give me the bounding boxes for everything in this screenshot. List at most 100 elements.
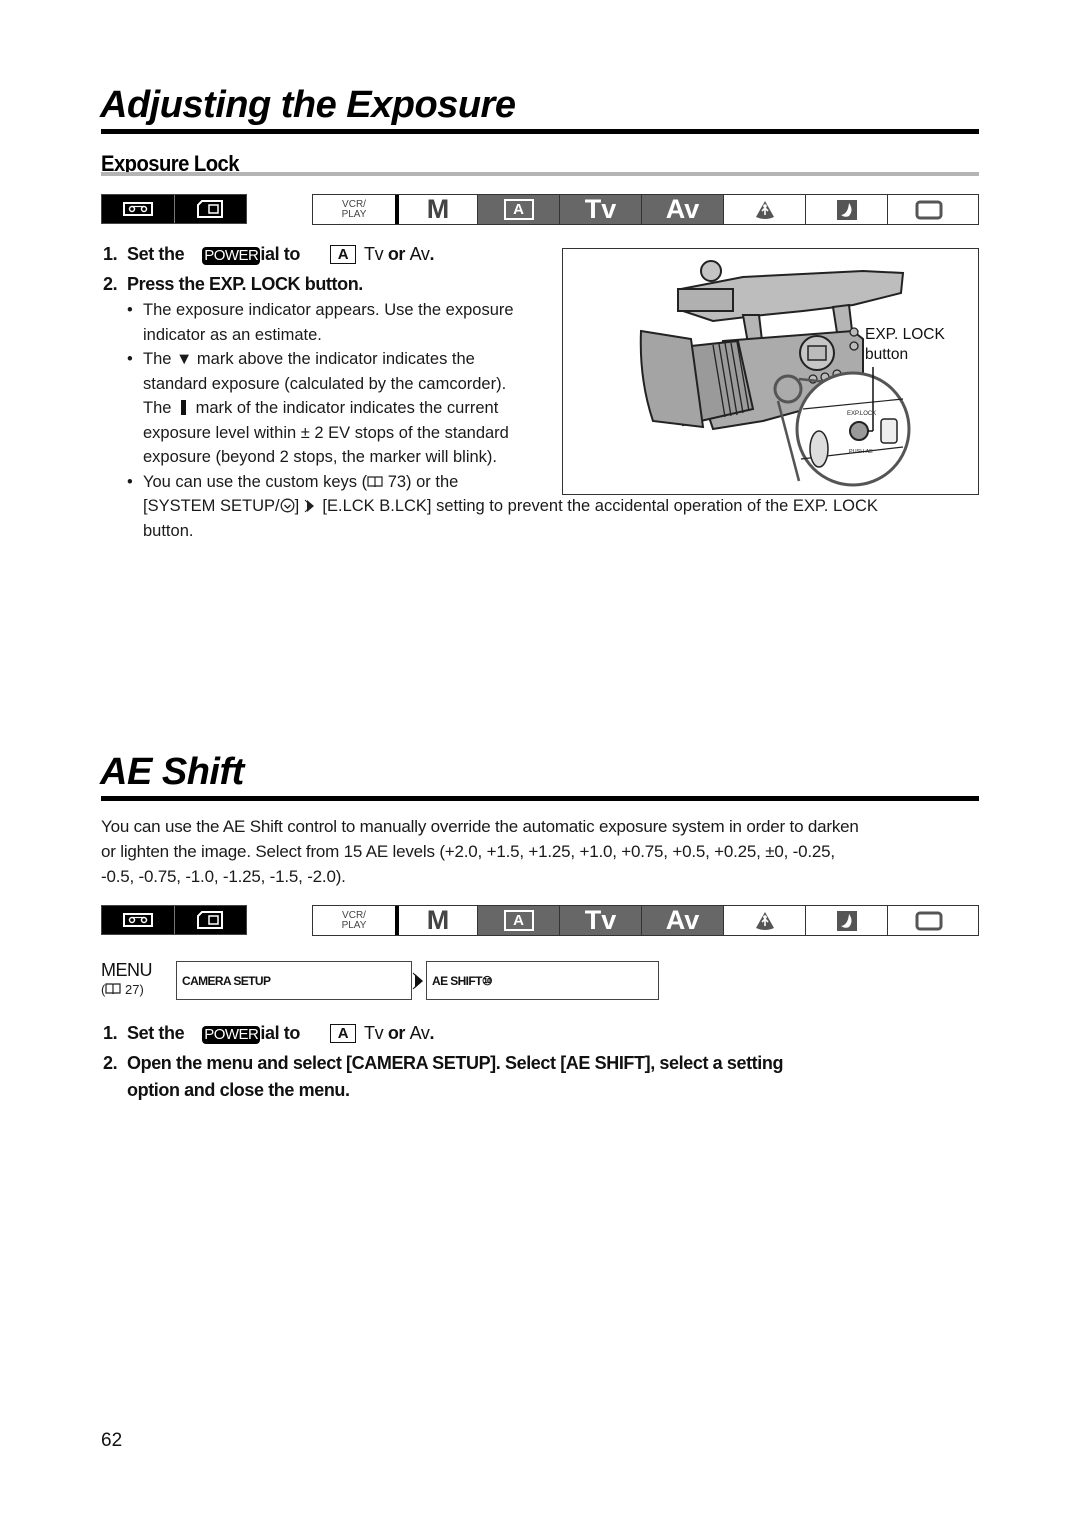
arrow-right-icon xyxy=(412,972,426,995)
media-mode-bar xyxy=(101,194,247,224)
text: [SYSTEM SETUP/ xyxy=(143,497,280,515)
night-icon xyxy=(805,195,887,224)
or-text: or xyxy=(387,1023,406,1043)
step-text: Open the menu and select [CAMERA SETUP].… xyxy=(127,1053,784,1073)
menu-ref-number: 27 xyxy=(124,982,140,997)
bullet-line: button. xyxy=(143,521,194,540)
bullet-item: The exposure indicator appears. Use the … xyxy=(127,298,567,347)
spotlight-icon xyxy=(723,906,805,935)
intro-line: or lighten the image. Select from 15 AE … xyxy=(101,842,835,861)
mode-play-label: PLAY xyxy=(341,208,367,220)
mode-auto-label: A xyxy=(503,199,534,220)
cassette-tape-icon xyxy=(102,906,174,934)
shooting-mode-bar: VCR/ PLAY M A Tv Av xyxy=(312,194,979,225)
step-text: option and close the menu. xyxy=(127,1080,350,1100)
section-rule xyxy=(101,172,979,176)
title-rule xyxy=(101,129,979,134)
book-reference-icon xyxy=(105,982,121,997)
media-mode-bar-2 xyxy=(101,905,247,935)
mode-manual: M xyxy=(395,194,477,224)
mode-vcr-play: VCR/ PLAY xyxy=(313,906,395,935)
text: The xyxy=(143,399,172,417)
step-text: ial to xyxy=(260,244,300,264)
arrow-right-icon xyxy=(304,497,318,515)
mode-manual: M xyxy=(395,905,477,935)
av-mode-label: Av xyxy=(409,244,430,264)
bullet-line: indicator as an estimate. xyxy=(143,325,322,344)
step-number: 1. xyxy=(103,1023,118,1043)
page-title: Adjusting the Exposure xyxy=(100,84,516,126)
night-icon xyxy=(805,906,887,935)
shooting-mode-bar-2: VCR/ PLAY M A Tv Av xyxy=(312,905,979,936)
ae-shift-rule xyxy=(101,796,979,801)
bullet-line: standard exposure (calculated by the cam… xyxy=(143,374,507,393)
mode-vcr-label: VCR/ xyxy=(342,198,366,210)
bullet-line: The mark of the indicator indicates the … xyxy=(143,396,567,421)
step-1-exposure-lock: 1. Set the POWER ial to A Tv or Av. xyxy=(103,244,434,265)
camcorder-drawing-icon: EXP.LOCK PUSH AE xyxy=(639,260,911,487)
intro-line: -0.5, -0.75, -1.0, -1.25, -1.5, -2.0). xyxy=(101,867,346,886)
step-text: Set the xyxy=(127,244,185,264)
menu-page-ref: ( 27) xyxy=(101,982,144,997)
step-number: 2. xyxy=(103,274,118,294)
mode-play-label: PLAY xyxy=(341,919,367,931)
bullet-line: [SYSTEM SETUP/] [E.LCK B.LCK] setting to… xyxy=(143,494,1003,519)
exp-lock-label: EXP. LOCK button xyxy=(865,325,945,365)
spotlight-icon xyxy=(723,195,805,224)
step-text: ial to xyxy=(260,1023,300,1043)
menu-item-camera-setup: CAMERA SETUP xyxy=(176,961,412,1000)
av-mode-label: Av xyxy=(409,1023,430,1043)
blank-frame-icon xyxy=(887,906,969,935)
bullet-line: exposure (beyond 2 stops, the marker wil… xyxy=(143,448,497,466)
menu-item-ae-shift: AE SHIFT⑩ xyxy=(426,961,659,1000)
step-1-ae-shift: 1. Set the POWER ial to A Tv or Av. xyxy=(103,1023,434,1044)
mode-av: Av xyxy=(641,194,723,224)
detail-exp-lock-text: EXP.LOCK xyxy=(847,411,876,417)
bullet-list: The exposure indicator appears. Use the … xyxy=(127,298,878,543)
book-reference-icon xyxy=(367,473,383,491)
bullet-item: The ▼ mark above the indicator indicates… xyxy=(127,347,567,470)
ae-shift-intro: You can use the AE Shift control to manu… xyxy=(101,814,986,889)
period: . xyxy=(429,244,435,264)
camcorder-illustration: EXP.LOCK PUSH AE EXP. LOCK button xyxy=(562,248,979,495)
current-exposure-marker-icon xyxy=(181,400,187,415)
mode-auto-label: A xyxy=(503,910,534,931)
bullet-line: The ▼ mark above the indicator indicates… xyxy=(143,350,475,368)
text: ] xyxy=(294,497,300,515)
text: 73) or the xyxy=(387,472,459,491)
bullet-line: exposure level within ± 2 EV stops of th… xyxy=(143,423,509,442)
detail-push-ae-text: PUSH AE xyxy=(849,449,873,455)
step-text: Set the xyxy=(127,1023,185,1043)
power-dial-badge: POWER xyxy=(202,1026,261,1044)
mode-auto: A xyxy=(477,906,559,935)
mode-vcr-play: VCR/ PLAY xyxy=(313,195,395,224)
blank-frame-icon xyxy=(887,195,969,224)
mode-vcr-label: VCR/ xyxy=(342,909,366,921)
mode-auto: A xyxy=(477,195,559,224)
step-number: 1. xyxy=(103,244,118,264)
page-number: 62 xyxy=(101,1430,123,1451)
period: . xyxy=(429,1023,435,1043)
text: mark of the indicator indicates the curr… xyxy=(195,399,499,417)
mode-av: Av xyxy=(641,905,723,935)
or-text: or xyxy=(387,244,406,264)
step-2-ae-shift: 2. Open the menu and select [CAMERA SETUP… xyxy=(103,1053,783,1101)
bullet-line: The exposure indicator appears. Use the … xyxy=(143,301,514,319)
memory-card-icon xyxy=(173,906,247,934)
step-number: 2. xyxy=(103,1053,118,1073)
label-line: button xyxy=(865,346,909,363)
cassette-tape-icon xyxy=(102,195,174,223)
tv-mode-label: Tv xyxy=(364,1023,384,1043)
menu-label: MENU xyxy=(101,960,153,980)
auto-mode-box: A xyxy=(330,1024,356,1043)
text: [E.LCK B.LCK] setting to prevent the acc… xyxy=(322,497,878,515)
tv-mode-label: Tv xyxy=(364,244,384,264)
mode-tv: Tv xyxy=(559,905,641,935)
mode-tv: Tv xyxy=(559,194,641,224)
text: You can use the custom keys ( xyxy=(143,472,368,491)
auto-mode-box: A xyxy=(330,245,356,264)
settings-check-icon xyxy=(280,497,295,515)
intro-line: You can use the AE Shift control to manu… xyxy=(101,817,859,836)
step-text: Press the EXP. LOCK button. xyxy=(127,274,363,294)
label-line: EXP. LOCK xyxy=(865,326,945,343)
